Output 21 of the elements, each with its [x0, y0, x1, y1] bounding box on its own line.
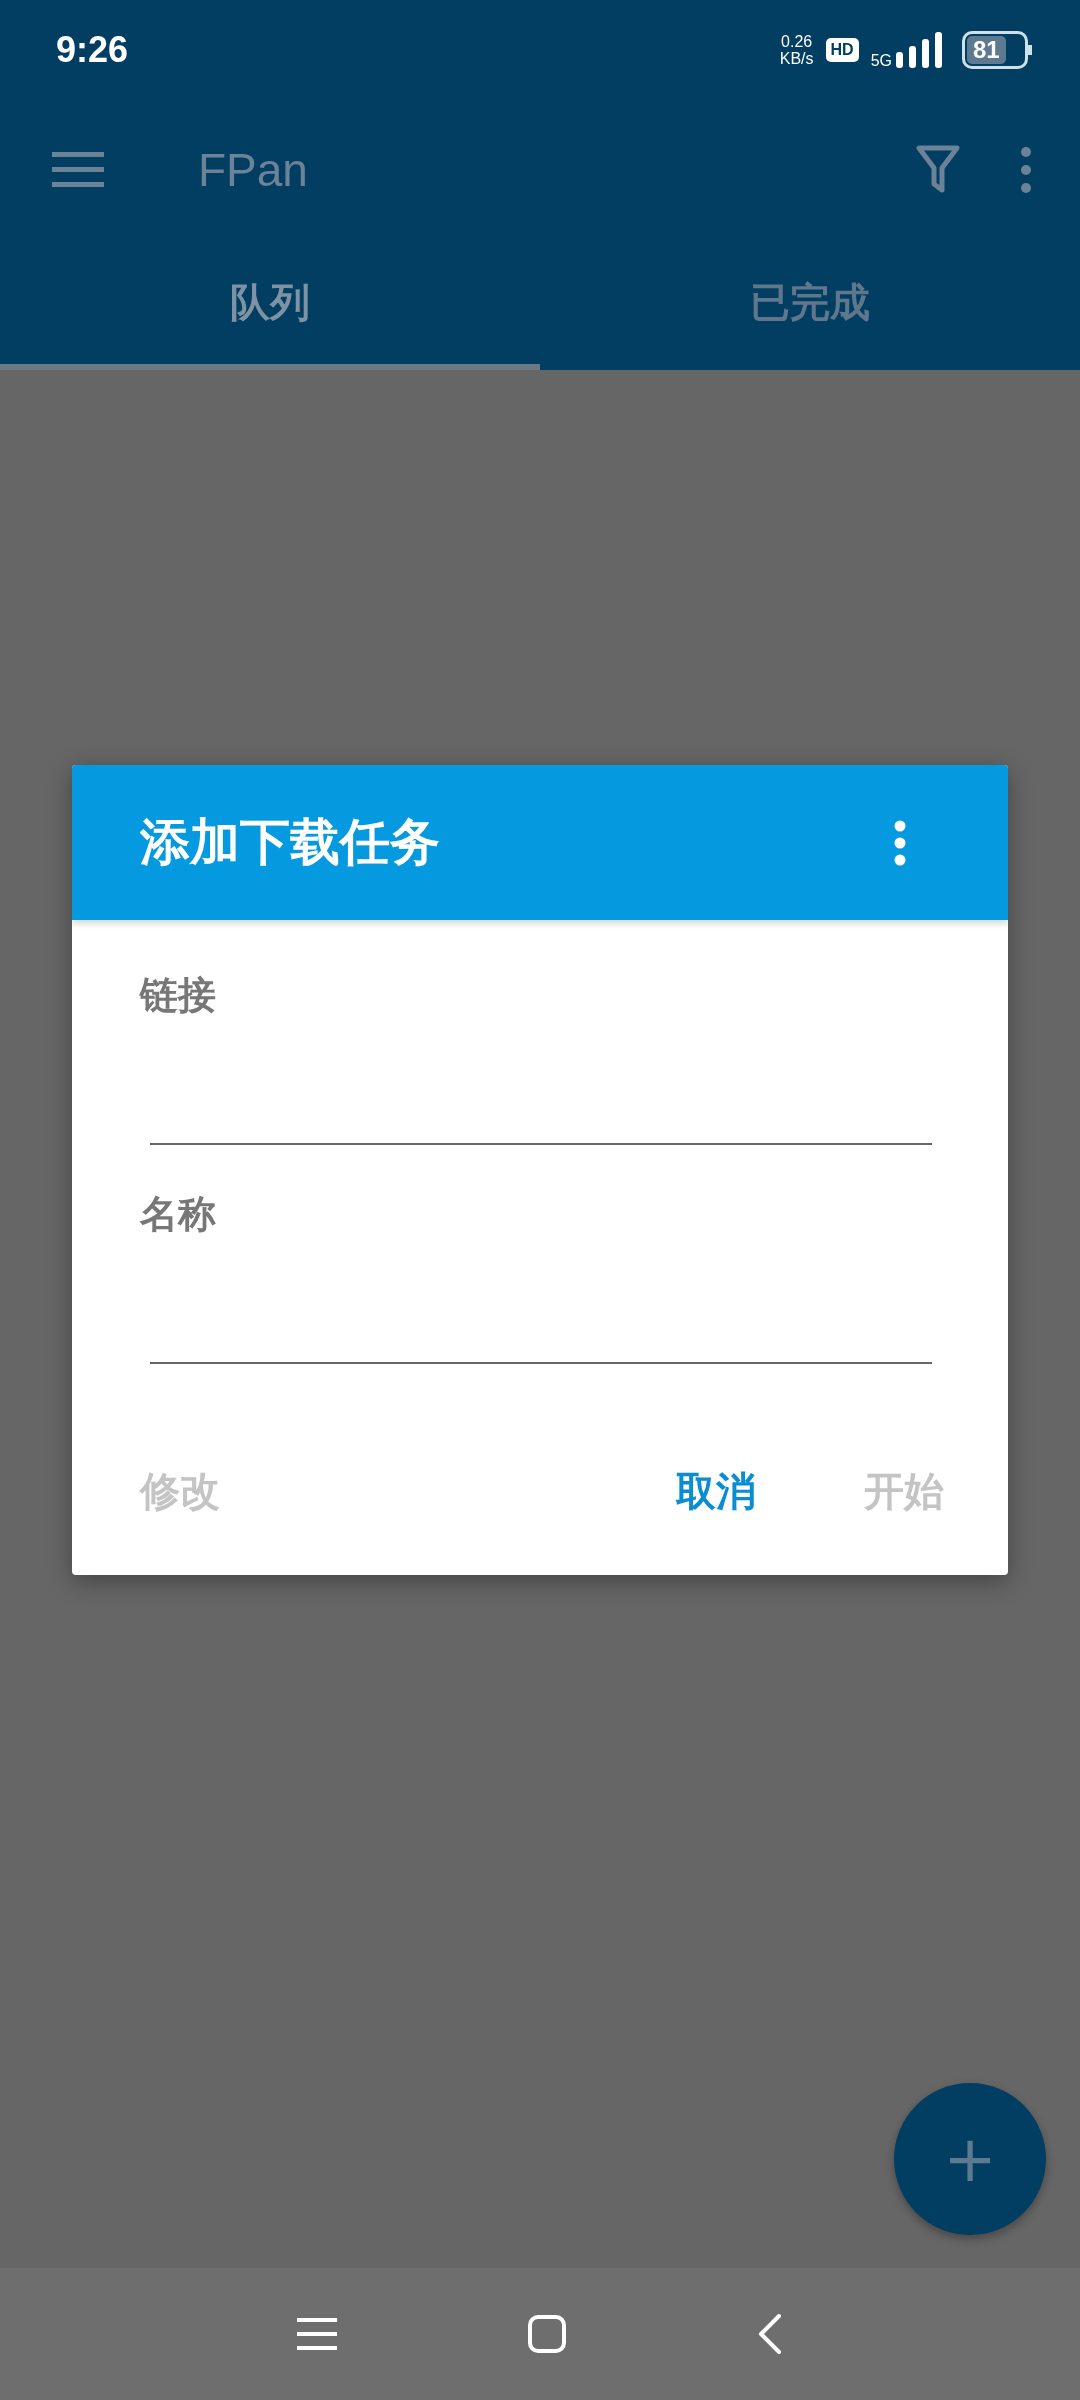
tab[interactable]: 队列: [0, 240, 540, 370]
field-label: 名称: [140, 1191, 217, 1238]
battery-level: 81: [967, 36, 1006, 64]
more-icon[interactable]: [894, 819, 906, 866]
back-icon[interactable]: [757, 2313, 783, 2355]
tab[interactable]: 已完成: [540, 240, 1080, 370]
add-button[interactable]: +: [894, 2083, 1046, 2235]
signal-icon: [894, 32, 944, 68]
home-icon[interactable]: [527, 2314, 567, 2354]
status-time: 9:26: [56, 29, 129, 71]
dialog-title: 添加下载任务: [140, 812, 440, 873]
more-icon[interactable]: [1020, 146, 1032, 194]
hd-badge: HD: [825, 38, 859, 62]
dialog-button[interactable]: 取消: [676, 1464, 756, 1519]
field-label: 链接: [140, 972, 217, 1019]
net-speed-unit: KB/s: [779, 50, 814, 67]
menu-icon[interactable]: [297, 2317, 337, 2351]
menu-icon[interactable]: [52, 150, 104, 190]
network-type: 5G: [870, 52, 892, 70]
net-speed-value: 0.26: [781, 33, 813, 50]
app-title: FPan: [198, 143, 309, 197]
